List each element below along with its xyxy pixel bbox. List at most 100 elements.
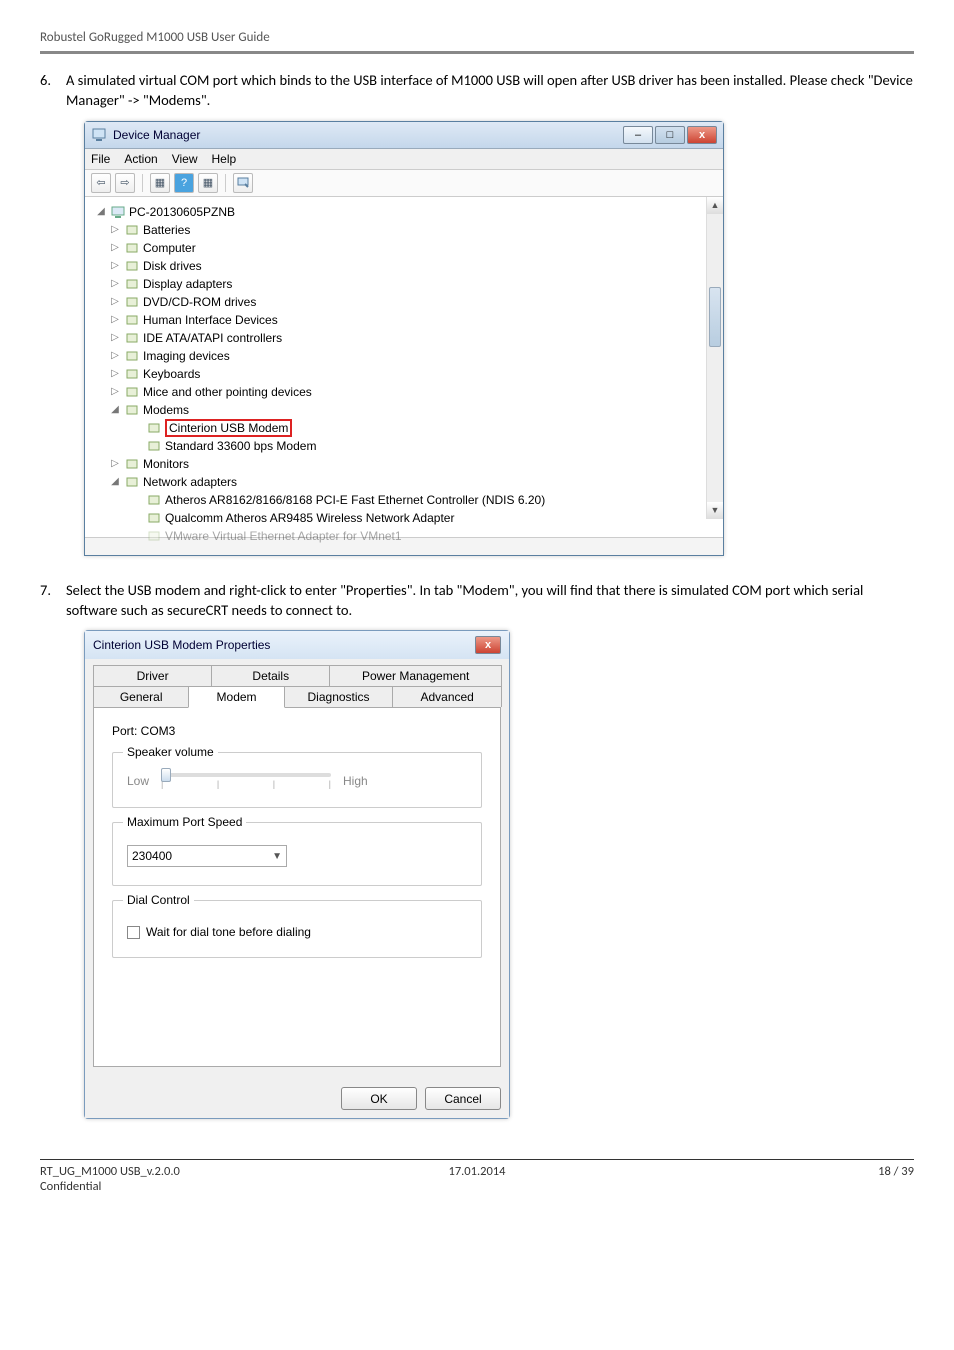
tree-category[interactable]: ◢Modems [89,401,719,419]
step-7: 7. Select the USB modem and right-click … [40,580,914,621]
menu-file[interactable]: File [91,152,110,166]
group-max-port-speed: Maximum Port Speed 230400 ▼ [112,822,482,886]
step-7-num: 7. [40,580,66,621]
slider-low-label: Low [127,774,149,788]
toolbar-btn-2[interactable]: ▦ [198,173,218,193]
close-button[interactable]: x [475,636,501,654]
minimize-button[interactable]: – [623,126,653,144]
tree-category[interactable]: ▷ Keyboards [89,365,719,383]
expand-icon[interactable]: ▷ [109,314,121,325]
menu-help[interactable]: Help [212,152,237,166]
tree-item-label: Atheros AR8162/8166/8168 PCI-E Fast Ethe… [165,493,545,507]
step-6: 6. A simulated virtual COM port which bi… [40,70,914,111]
expand-icon[interactable]: ▷ [109,368,121,379]
tree-item-label: Mice and other pointing devices [143,385,312,399]
dm-toolbar: ⇦ ⇨ ▦ ? ▦ [85,170,723,197]
tree-child-item[interactable]: Atheros AR8162/8166/8168 PCI-E Fast Ethe… [89,491,719,509]
device-icon [124,384,140,400]
back-button[interactable]: ⇦ [91,173,111,193]
menu-action[interactable]: Action [124,152,157,166]
step-6-num: 6. [40,70,66,111]
expand-icon[interactable]: ▷ [109,224,121,235]
expand-icon[interactable]: ◢ [109,404,121,415]
device-icon [124,276,140,292]
tree-category[interactable]: ▷ Imaging devices [89,347,719,365]
tree-item-label: Keyboards [143,367,200,381]
tree-item-label: Monitors [143,457,189,471]
tree-item-label: Disk drives [143,259,202,273]
expand-icon[interactable]: ▷ [109,350,121,361]
prop-titlebar: Cinterion USB Modem Properties x [85,631,509,659]
device-icon [124,258,140,274]
tree-item-label: Cinterion USB Modem [165,419,292,437]
page-footer: RT_UG_M1000 USB_v.2.0.0 Confidential 17.… [40,1160,914,1194]
tree-root[interactable]: ◢ PC-20130605PZNB [89,203,719,221]
ok-button[interactable]: OK [341,1087,417,1110]
slider-high-label: High [343,774,368,788]
volume-slider[interactable] [161,773,331,777]
expand-icon[interactable]: ▷ [109,458,121,469]
scroll-up-button[interactable]: ▲ [707,197,723,214]
tree-item-label: Computer [143,241,196,255]
device-icon [146,510,162,526]
tab-driver[interactable]: Driver [93,665,212,686]
tree-item-label: Imaging devices [143,349,230,363]
tab-power-management[interactable]: Power Management [329,665,502,686]
help-button[interactable]: ? [174,173,194,193]
port-speed-combo[interactable]: 230400 ▼ [127,845,287,867]
scrollbar[interactable]: ▲ ▼ [706,197,723,519]
tree-category[interactable]: ▷ Disk drives [89,257,719,275]
forward-button[interactable]: ⇨ [115,173,135,193]
maximize-button[interactable]: □ [655,126,685,144]
tab-advanced[interactable]: Advanced [392,686,502,707]
tree-category[interactable]: ▷ Batteries [89,221,719,239]
device-icon [124,348,140,364]
expand-icon[interactable]: ▷ [109,386,121,397]
group-title: Dial Control [123,893,194,907]
properties-window: Cinterion USB Modem Properties x Driver … [84,630,510,1119]
tree-category[interactable]: ▷ Human Interface Devices [89,311,719,329]
scroll-down-button[interactable]: ▼ [707,502,723,519]
tree-item-label: Human Interface Devices [143,313,278,327]
close-button[interactable]: x [687,126,717,144]
tree-category[interactable]: ▷ Mice and other pointing devices [89,383,719,401]
toolbar-separator [142,174,143,192]
footer-confidential: Confidential [40,1179,331,1194]
tree-category[interactable]: ▷DVD/CD-ROM drives [89,293,719,311]
cancel-button[interactable]: Cancel [425,1087,501,1110]
dialog-button-row: OK Cancel [85,1077,509,1118]
tree-category[interactable]: ▷ Monitors [89,455,719,473]
expand-icon[interactable]: ◢ [95,206,107,217]
expand-icon[interactable]: ▷ [109,332,121,343]
scan-hardware-button[interactable] [233,173,253,193]
tree-category[interactable]: ◢Network adapters [89,473,719,491]
tab-diagnostics[interactable]: Diagnostics [284,686,394,707]
slider-thumb[interactable] [161,768,171,782]
tree-child-item[interactable]: VMware Virtual Ethernet Adapter for VMne… [89,527,719,545]
tree-category[interactable]: ▷Display adapters [89,275,719,293]
expand-icon[interactable]: ▷ [109,260,121,271]
expand-icon[interactable]: ▷ [109,242,121,253]
wait-dial-tone-label: Wait for dial tone before dialing [146,925,311,939]
tree-item-label: Batteries [143,223,190,237]
tab-details[interactable]: Details [211,665,330,686]
expand-icon[interactable]: ◢ [109,476,121,487]
expand-icon[interactable]: ▷ [109,296,121,307]
tree-category[interactable]: ▷IDE ATA/ATAPI controllers [89,329,719,347]
scroll-thumb[interactable] [709,287,721,347]
device-icon [124,330,140,346]
device-icon [124,474,140,490]
menu-view[interactable]: View [172,152,198,166]
device-manager-window: Device Manager – □ x File Action View He… [84,121,724,556]
tree-child-item[interactable]: Cinterion USB Modem [89,419,719,437]
tree-child-item[interactable]: Standard 33600 bps Modem [89,437,719,455]
tree-category[interactable]: ▷ Computer [89,239,719,257]
tab-general[interactable]: General [93,686,189,707]
device-icon [124,312,140,328]
toolbar-btn-1[interactable]: ▦ [150,173,170,193]
tree-child-item[interactable]: Qualcomm Atheros AR9485 Wireless Network… [89,509,719,527]
wait-dial-tone-checkbox[interactable] [127,926,140,939]
footer-date: 17.01.2014 [331,1164,622,1194]
expand-icon[interactable]: ▷ [109,278,121,289]
tab-modem[interactable]: Modem [188,686,284,708]
